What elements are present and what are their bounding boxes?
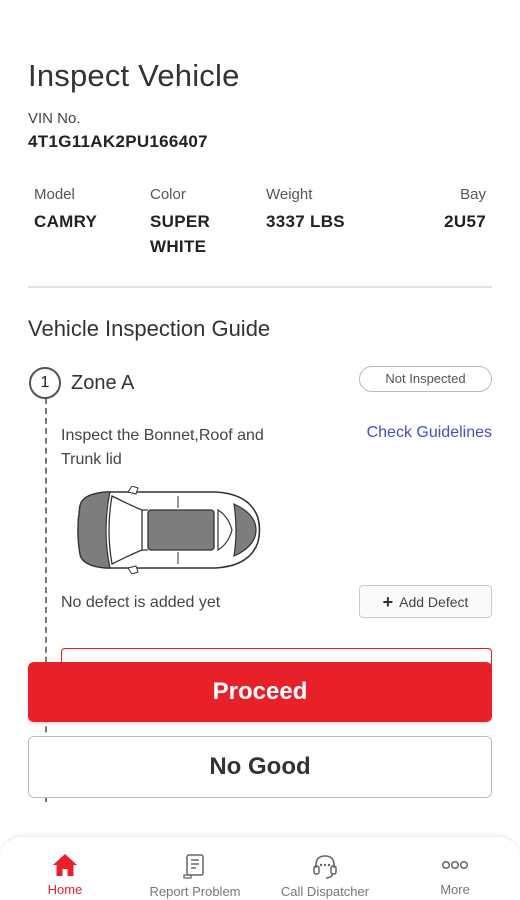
no-defect-text: No defect is added yet: [61, 594, 221, 611]
spec-model-label: Model: [34, 186, 75, 203]
nav-item-report-problem[interactable]: Report Problem: [130, 837, 260, 900]
nav-item-more[interactable]: More: [390, 837, 520, 900]
bottom-nav: Home Report Problem Call Dispatcher More: [0, 836, 520, 900]
spec-model: Model CAMRY: [34, 186, 97, 234]
nav-item-home[interactable]: Home: [0, 837, 130, 900]
zone-step-number: 1: [29, 367, 61, 399]
plus-icon: +: [382, 591, 394, 612]
nav-label-report-problem: Report Problem: [149, 884, 241, 899]
nav-label-more: More: [440, 882, 470, 897]
vin-label: VIN No.: [28, 110, 81, 127]
nav-label-home: Home: [47, 882, 83, 897]
spec-bay-label: Bay: [460, 186, 486, 203]
check-guidelines-link[interactable]: Check Guidelines: [367, 424, 492, 442]
zone-name: Zone A: [71, 372, 135, 394]
guide-title: Vehicle Inspection Guide: [28, 316, 271, 341]
spec-color-label: Color: [150, 186, 186, 203]
add-defect-label: Add Defect: [399, 593, 469, 610]
page-title: Inspect Vehicle: [28, 58, 240, 93]
spec-color-value: SUPER WHITE: [150, 212, 211, 256]
nav-label-call-dispatcher: Call Dispatcher: [280, 884, 370, 899]
car-top-view-icon: [66, 485, 262, 575]
spec-model-value: CAMRY: [34, 212, 98, 231]
no-good-button[interactable]: No Good: [28, 736, 492, 798]
zone-instruction: Inspect the Bonnet,Roof and Trunk lid: [61, 427, 264, 468]
spec-color: Color SUPER WHITE: [150, 186, 250, 259]
spec-weight-label: Weight: [266, 186, 313, 203]
spec-weight: Weight 3337 LBS: [266, 186, 345, 234]
headset-icon: [311, 853, 339, 879]
proceed-button[interactable]: Proceed: [28, 662, 492, 722]
more-icon: [440, 853, 470, 877]
nav-item-call-dispatcher[interactable]: Call Dispatcher: [260, 837, 390, 900]
section-divider: [28, 286, 492, 288]
report-problem-icon: [182, 853, 208, 879]
spec-weight-value: 3337 LBS: [266, 212, 345, 231]
spec-bay: Bay 2U57: [444, 186, 486, 234]
vin-value: 4T1G11AK2PU166407: [28, 132, 208, 151]
home-icon: [52, 853, 78, 877]
status-badge: Not Inspected: [359, 366, 492, 392]
spec-bay-value: 2U57: [444, 212, 486, 231]
add-defect-button[interactable]: + Add Defect: [359, 585, 492, 618]
